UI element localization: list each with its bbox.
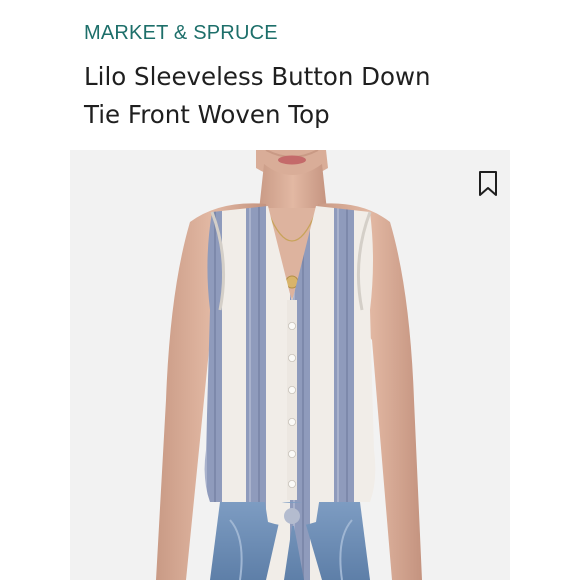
product-photo-illustration: [70, 150, 510, 580]
product-title: Lilo Sleeveless Button Down Tie Front Wo…: [84, 58, 504, 134]
product-card: MARKET & SPRUCE Lilo Sleeveless Button D…: [70, 0, 510, 580]
bookmark-icon: [479, 171, 497, 196]
product-title-line-2: Tie Front Woven Top: [84, 100, 330, 129]
product-header: MARKET & SPRUCE Lilo Sleeveless Button D…: [70, 0, 510, 150]
product-title-line-1: Lilo Sleeveless Button Down: [84, 62, 431, 91]
product-image[interactable]: [70, 150, 510, 580]
bookmark-button[interactable]: [476, 170, 500, 198]
brand-name[interactable]: MARKET & SPRUCE: [84, 22, 278, 45]
